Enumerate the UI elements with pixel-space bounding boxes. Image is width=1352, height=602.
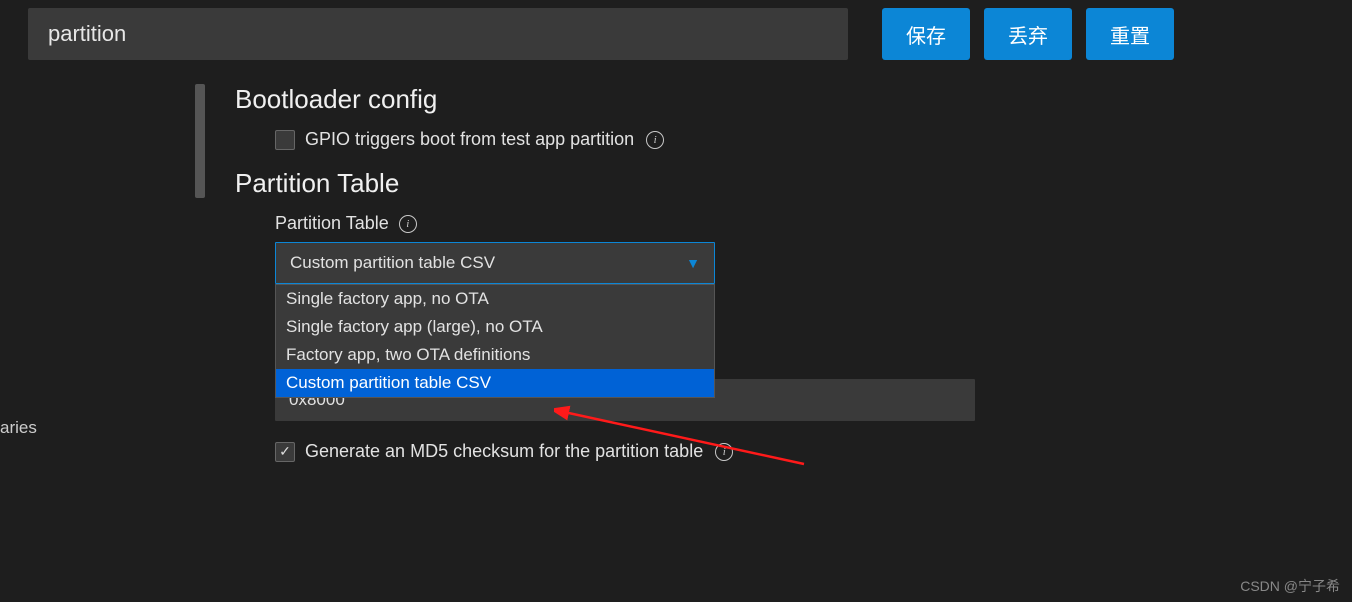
dropdown-option[interactable]: Factory app, two OTA definitions xyxy=(276,341,714,369)
sidebar-item-fragment: aries xyxy=(0,418,37,438)
info-icon[interactable] xyxy=(399,215,417,233)
chevron-down-icon: ▼ xyxy=(686,255,700,271)
partition-select-label: Partition Table xyxy=(275,213,389,234)
gpio-test-checkbox[interactable] xyxy=(275,130,295,150)
info-icon[interactable] xyxy=(646,131,664,149)
md5-checkbox[interactable] xyxy=(275,442,295,462)
dropdown-option[interactable]: Single factory app (large), no OTA xyxy=(276,313,714,341)
main-panel: Bootloader config GPIO triggers boot fro… xyxy=(195,84,1352,602)
watermark: CSDN @宁子希 xyxy=(1240,576,1340,596)
section-header-partition: Partition Table xyxy=(235,168,1352,199)
section-header-bootloader: Bootloader config xyxy=(235,84,1352,115)
discard-button[interactable]: 丢弃 xyxy=(984,8,1072,60)
md5-label: Generate an MD5 checksum for the partiti… xyxy=(305,441,703,462)
gpio-test-label: GPIO triggers boot from test app partiti… xyxy=(305,129,634,150)
dropdown-option-selected[interactable]: Custom partition table CSV xyxy=(276,369,714,397)
search-input[interactable] xyxy=(28,8,848,60)
select-value: Custom partition table CSV xyxy=(290,253,495,273)
dropdown-option[interactable]: Single factory app, no OTA xyxy=(276,285,714,313)
partition-table-dropdown: Single factory app, no OTA Single factor… xyxy=(275,284,715,398)
info-icon[interactable] xyxy=(715,443,733,461)
save-button[interactable]: 保存 xyxy=(882,8,970,60)
partition-table-select[interactable]: Custom partition table CSV ▼ xyxy=(275,242,715,284)
reset-button[interactable]: 重置 xyxy=(1086,8,1174,60)
